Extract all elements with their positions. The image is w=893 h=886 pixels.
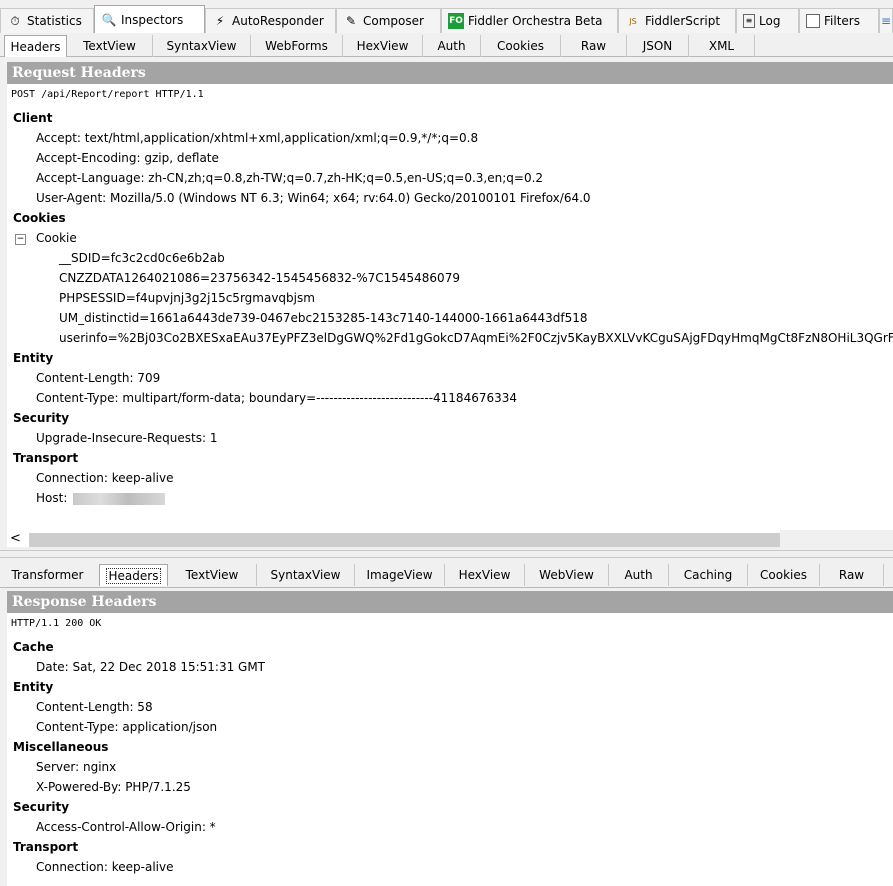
tab-response-headers[interactable]: Headers: [99, 564, 168, 586]
filters-checkbox-icon: [806, 14, 820, 28]
response-inspector-tabs: Transformer Headers TextView SyntaxView …: [0, 562, 893, 588]
header-x-powered-by[interactable]: X-Powered-By: PHP/7.1.25: [36, 777, 191, 797]
tab-request-cookies[interactable]: Cookies: [481, 35, 561, 57]
tab-autoresponder[interactable]: ⚡ AutoResponder: [205, 8, 336, 33]
fiddlerscript-icon: JS: [629, 16, 637, 26]
cookie-item[interactable]: CNZZDATA1264021086=23756342-1545456832-%…: [59, 268, 460, 288]
tab-fiddler-orchestra-beta[interactable]: FO Fiddler Orchestra Beta: [441, 8, 618, 33]
header-cookie[interactable]: Cookie: [36, 228, 77, 248]
cookie-item[interactable]: __SDID=fc3c2cd0c6e6b2ab: [59, 248, 225, 268]
header-content-length[interactable]: Content-Length: 709: [36, 368, 160, 388]
group-transport[interactable]: Transport: [13, 448, 78, 468]
tab-request-json[interactable]: JSON: [627, 35, 689, 57]
request-headers-title: Request Headers: [7, 62, 893, 84]
tab-response-transformer[interactable]: Transformer: [0, 564, 95, 586]
header-content-type[interactable]: Content-Type: multipart/form-data; bound…: [36, 388, 517, 408]
cookie-item[interactable]: UM_distinctid=1661a6443de739-0467ebc2153…: [59, 308, 588, 328]
tab-response-imageview[interactable]: ImageView: [355, 564, 445, 586]
main-tab-strip: ⏱ Statistics 🔍 Inspectors ⚡ AutoResponde…: [0, 0, 893, 33]
tab-label: Inspectors: [121, 12, 184, 27]
tab-request-syntaxview[interactable]: SyntaxView: [153, 35, 251, 57]
tab-request-textview[interactable]: TextView: [67, 35, 153, 57]
header-accept-language[interactable]: Accept-Language: zh-CN,zh;q=0.8,zh-TW;q=…: [36, 168, 543, 188]
group-client[interactable]: Client: [13, 108, 52, 128]
tab-response-textview[interactable]: TextView: [168, 564, 257, 586]
tab-response-hexview[interactable]: HexView: [445, 564, 525, 586]
scroll-left-icon[interactable]: <: [10, 531, 21, 546]
tab-response-caching[interactable]: Caching: [669, 564, 748, 586]
tab-request-headers[interactable]: Headers: [4, 35, 67, 57]
request-inspector-tabs: Headers TextView SyntaxView WebForms Hex…: [0, 33, 893, 57]
response-status-line: HTTP/1.1 200 OK: [7, 613, 893, 633]
tab-label: Composer: [363, 14, 424, 28]
redacted-host-value: [73, 492, 166, 505]
fiddler-orchestra-icon: FO: [448, 13, 464, 29]
response-headers-tree: Cache Date: Sat, 22 Dec 2018 15:51:31 GM…: [7, 633, 893, 886]
scroll-corner: [780, 530, 893, 547]
tab-request-webforms[interactable]: WebForms: [251, 35, 343, 57]
group-security[interactable]: Security: [13, 408, 69, 428]
autoresponder-icon: ⚡: [215, 14, 225, 28]
tab-response-webview[interactable]: WebView: [525, 564, 609, 586]
group-security[interactable]: Security: [13, 797, 69, 817]
group-cache[interactable]: Cache: [13, 637, 54, 657]
tab-label: Log: [759, 14, 781, 28]
header-content-type[interactable]: Content-Type: application/json: [36, 717, 217, 737]
tab-log[interactable]: ≡ Log: [736, 8, 799, 33]
group-miscellaneous[interactable]: Miscellaneous: [13, 737, 108, 757]
tab-inspectors[interactable]: 🔍 Inspectors: [94, 5, 205, 33]
header-user-agent[interactable]: User-Agent: Mozilla/5.0 (Windows NT 6.3;…: [36, 188, 591, 208]
cookie-item[interactable]: userinfo=%2Bj03Co2BXESxaEAu37EyPFZ3elDgG…: [59, 328, 893, 348]
header-accept-encoding[interactable]: Accept-Encoding: gzip, deflate: [36, 148, 219, 168]
cookie-item[interactable]: PHPSESSID=f4upvjnj3g2j15c5rgmavqbjsm: [59, 288, 315, 308]
tab-response-cookies[interactable]: Cookies: [748, 564, 820, 586]
tab-label: Fiddler Orchestra Beta: [468, 14, 603, 28]
tab-request-raw[interactable]: Raw: [561, 35, 627, 57]
header-content-length[interactable]: Content-Length: 58: [36, 697, 153, 717]
response-headers-title: Response Headers: [7, 591, 893, 613]
header-connection[interactable]: Connection: keep-alive: [36, 468, 174, 488]
tab-fiddlerscript[interactable]: JS FiddlerScript: [618, 8, 736, 33]
tab-label: Filters: [824, 14, 860, 28]
header-accept[interactable]: Accept: text/html,application/xhtml+xml,…: [36, 128, 478, 148]
header-date[interactable]: Date: Sat, 22 Dec 2018 15:51:31 GMT: [36, 657, 265, 677]
tab-composer[interactable]: ✎ Composer: [336, 8, 441, 33]
tab-label: AutoResponder: [232, 14, 324, 28]
header-access-control-allow-origin[interactable]: Access-Control-Allow-Origin: *: [36, 817, 216, 837]
left-border: [0, 57, 7, 886]
statistics-icon: ⏱: [10, 13, 20, 28]
host-label: Host:: [36, 491, 68, 505]
tab-label: Statistics: [27, 14, 82, 28]
group-cookies[interactable]: Cookies: [13, 208, 66, 228]
inspectors-icon: 🔍: [101, 12, 117, 27]
header-connection[interactable]: Connection: keep-alive: [36, 857, 174, 877]
header-server[interactable]: Server: nginx: [36, 757, 116, 777]
tab-label: FiddlerScript: [645, 14, 721, 28]
tab-request-xml[interactable]: XML: [689, 35, 755, 57]
group-entity[interactable]: Entity: [13, 677, 53, 697]
tab-response-raw[interactable]: Raw: [820, 564, 884, 586]
tab-response-syntaxview[interactable]: SyntaxView: [257, 564, 355, 586]
request-horizontal-scrollbar[interactable]: <: [7, 530, 784, 547]
group-entity[interactable]: Entity: [13, 348, 53, 368]
tab-overflow[interactable]: ≡: [879, 8, 893, 33]
tab-request-hexview[interactable]: HexView: [343, 35, 423, 57]
overflow-icon: ≡: [880, 14, 892, 28]
tab-response-auth[interactable]: Auth: [609, 564, 669, 586]
scroll-thumb[interactable]: [29, 533, 784, 547]
header-upgrade-insecure-requests[interactable]: Upgrade-Insecure-Requests: 1: [36, 428, 218, 448]
request-line: POST /api/Report/report HTTP/1.1: [7, 84, 893, 104]
tab-statistics[interactable]: ⏱ Statistics: [0, 8, 94, 33]
composer-icon: ✎: [345, 14, 357, 28]
header-host[interactable]: Host:: [36, 488, 166, 508]
tab-filters[interactable]: Filters: [799, 8, 879, 33]
collapse-toggle-icon[interactable]: −: [15, 234, 26, 245]
request-headers-tree: Client Accept: text/html,application/xht…: [7, 104, 893, 530]
tab-request-auth[interactable]: Auth: [423, 35, 481, 57]
pane-splitter[interactable]: [0, 550, 893, 558]
log-icon: ≡: [743, 14, 755, 28]
group-transport[interactable]: Transport: [13, 837, 78, 857]
